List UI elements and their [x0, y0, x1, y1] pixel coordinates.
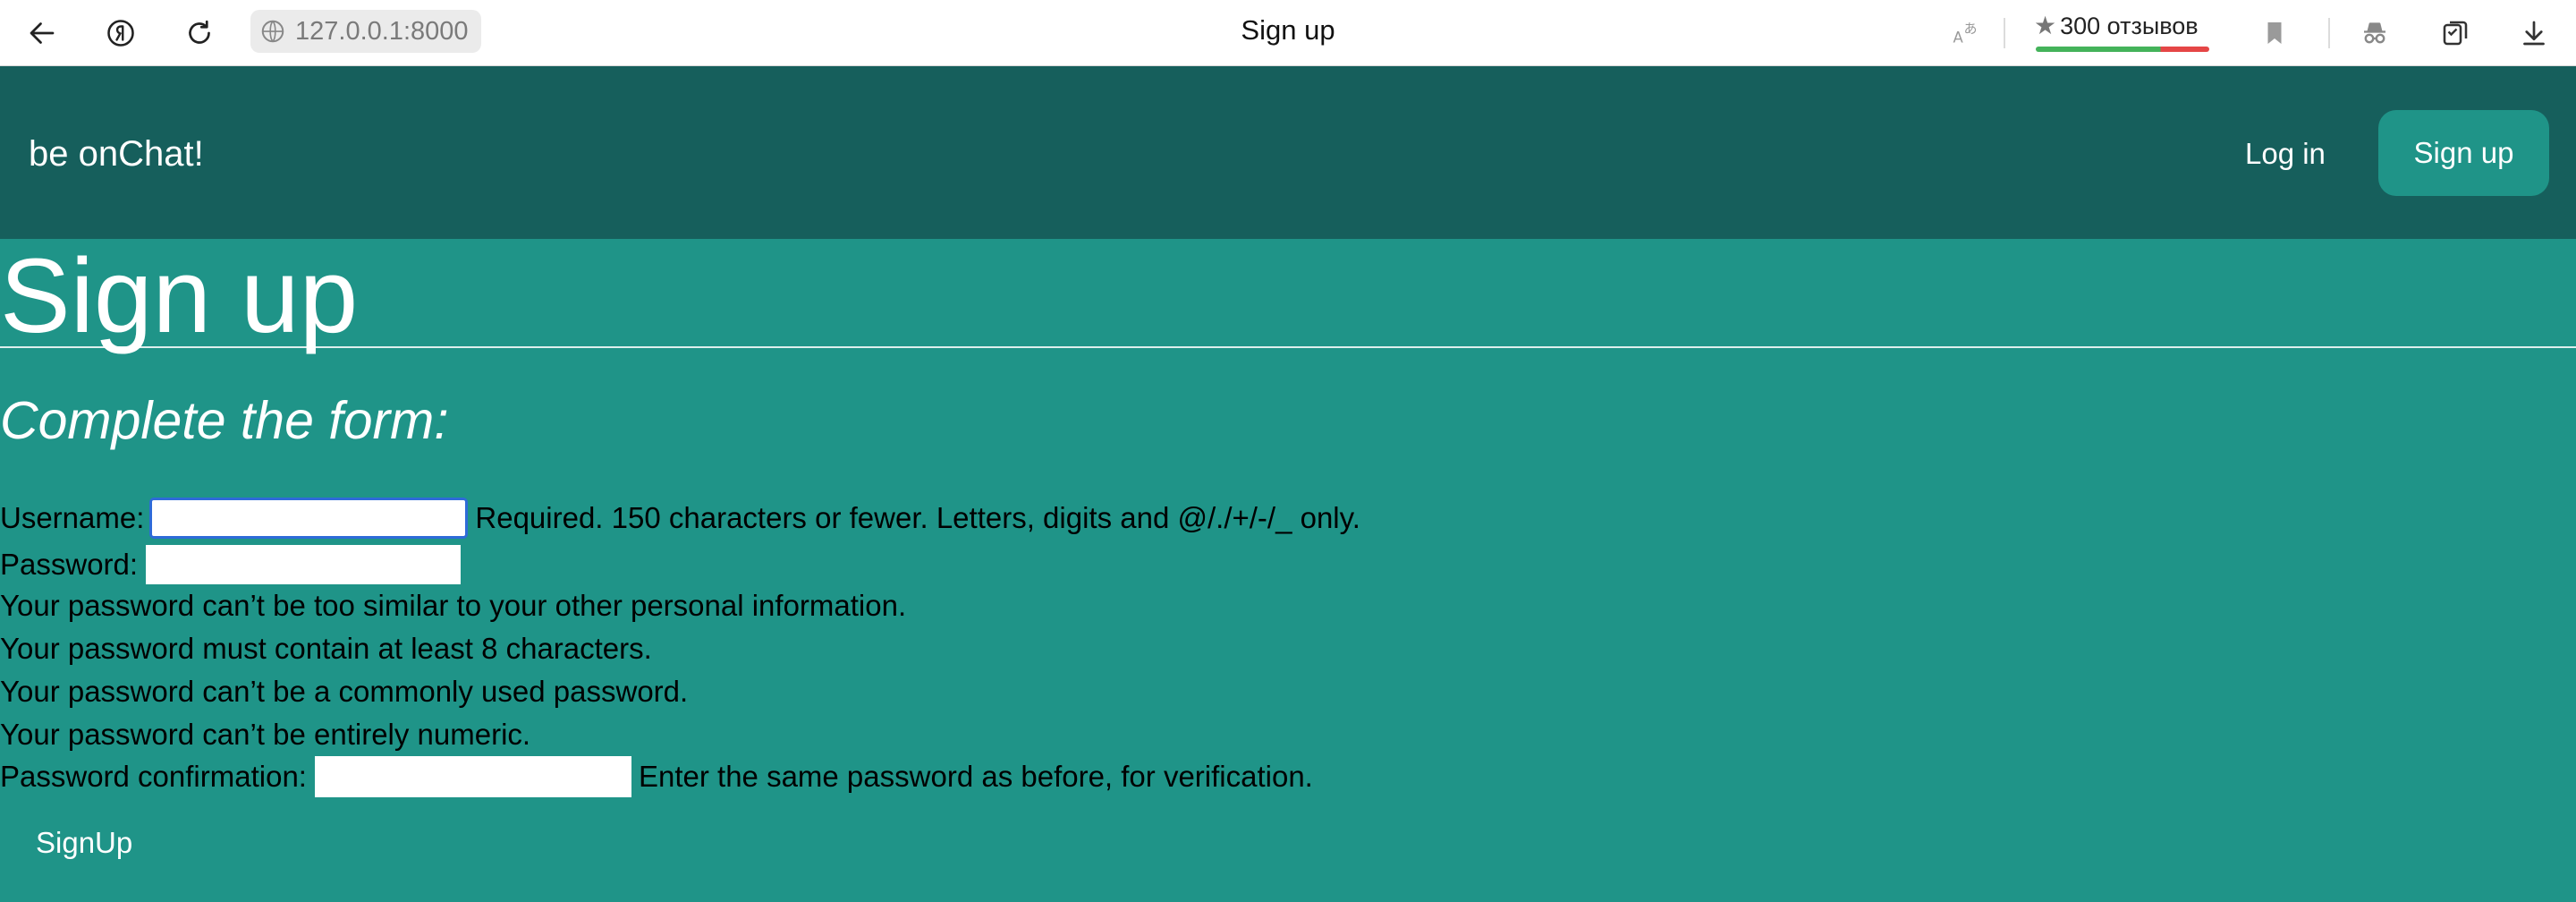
toolbar-divider	[2328, 18, 2330, 48]
confirm-label: Password confirmation:	[0, 760, 307, 793]
username-help: Required. 150 characters or fewer. Lette…	[475, 501, 1360, 534]
confirm-help: Enter the same password as before, for v…	[638, 760, 1313, 793]
password-help-item: Your password can’t be a commonly used p…	[0, 675, 689, 708]
password-label: Password:	[0, 548, 139, 581]
reviews-rating-bar	[2036, 47, 2209, 52]
username-row: Username: Required. 150 characters or fe…	[0, 498, 1360, 539]
browser-toolbar: 127.0.0.1:8000 Sign up Aあ ★ 300 отзывов	[0, 0, 2576, 66]
title-divider	[0, 346, 2576, 348]
form-heading: Complete the form:	[0, 391, 449, 450]
username-label: Username:	[0, 501, 145, 534]
signup-button[interactable]: Sign up	[2378, 110, 2549, 196]
tabs-icon[interactable]	[2433, 11, 2478, 55]
translate-icon[interactable]: Aあ	[1943, 11, 1987, 55]
brand-logo[interactable]: be onChat!	[29, 132, 204, 175]
password-help-item: Your password must contain at least 8 ch…	[0, 632, 652, 665]
url-text[interactable]: 127.0.0.1:8000	[295, 17, 469, 47]
back-arrow-icon[interactable]	[20, 11, 64, 55]
download-icon[interactable]	[2512, 11, 2556, 55]
site-navbar: be onChat! Log in Sign up	[0, 66, 2576, 239]
confirm-row: Password confirmation: Enter the same pa…	[0, 756, 1313, 797]
bookmark-icon[interactable]	[2252, 11, 2297, 55]
password-input[interactable]	[146, 545, 462, 584]
site-info-icon[interactable]	[259, 18, 286, 45]
reviews-widget[interactable]: ★ 300 отзывов	[2034, 11, 2213, 52]
incognito-icon[interactable]	[2352, 11, 2397, 55]
reviews-label: 300 отзывов	[2060, 13, 2199, 39]
toolbar-divider	[2004, 18, 2005, 48]
star-icon: ★	[2034, 12, 2057, 39]
yandex-icon[interactable]	[98, 11, 143, 55]
confirm-password-input[interactable]	[314, 756, 631, 797]
login-link[interactable]: Log in	[2245, 132, 2326, 175]
reload-icon[interactable]	[177, 11, 222, 55]
page-title: Sign up	[0, 237, 359, 355]
svg-text:あ: あ	[1964, 21, 1978, 37]
password-row: Password:	[0, 545, 468, 584]
password-help-item: Your password can’t be too similar to yo…	[0, 589, 907, 622]
username-input[interactable]	[149, 498, 469, 539]
svg-text:A: A	[1953, 30, 1964, 47]
submit-signup-button[interactable]: SignUp	[36, 823, 132, 863]
address-bar[interactable]: 127.0.0.1:8000	[250, 10, 481, 53]
password-help-item: Your password can’t be entirely numeric.	[0, 718, 531, 751]
